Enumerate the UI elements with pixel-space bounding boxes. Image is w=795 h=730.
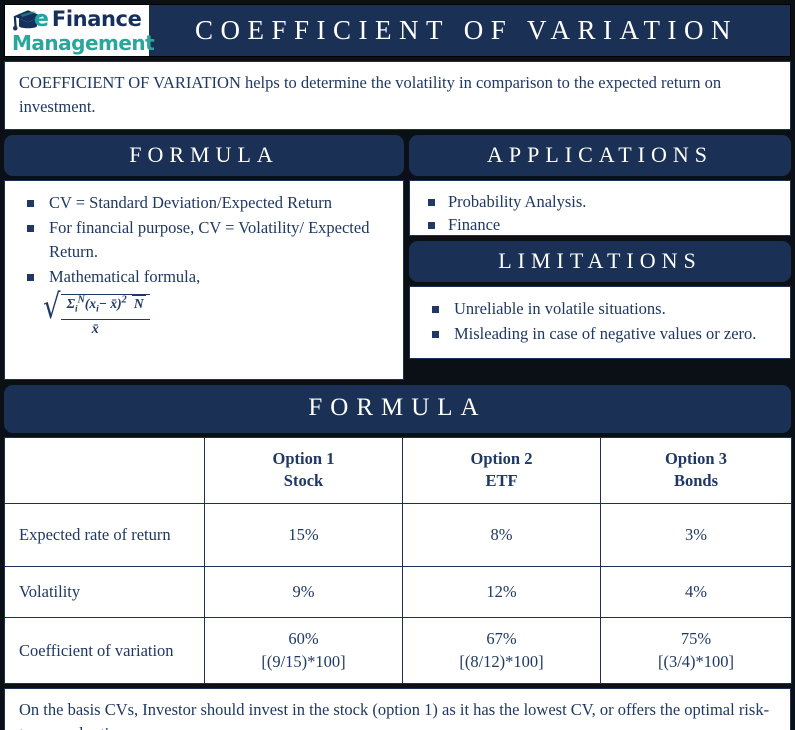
- cell-note: [(8/12)*100]: [459, 652, 544, 672]
- logo-finance-text: Finance: [51, 7, 142, 31]
- logo-e-mark: e: [34, 6, 49, 32]
- inner-fraction: ΣiN(xi− x̄)2 N: [60, 293, 150, 321]
- radical-icon: √: [43, 286, 61, 327]
- cell-value: 9%: [204, 565, 403, 618]
- applications-list: Probability Analysis. Finance: [420, 190, 780, 237]
- column-subtitle: ETF: [485, 471, 518, 491]
- numerator-mid: − x̄): [98, 296, 122, 312]
- row-label: Coefficient of variation: [4, 616, 205, 684]
- column-subtitle: Stock: [283, 471, 324, 491]
- column-subtitle: Bonds: [673, 471, 719, 491]
- formula-panel: CV = Standard Deviation/Expected Return …: [4, 179, 404, 380]
- cell-main: 60%: [288, 628, 319, 648]
- sigma-sup: N: [77, 294, 85, 306]
- list-item: Unreliable in volatile situations.: [420, 297, 780, 320]
- cell-value: 67% [(8/12)*100]: [402, 616, 601, 684]
- inner-numerator: ΣiN(xi− x̄)2: [65, 294, 129, 315]
- row-label: Volatility: [4, 565, 205, 618]
- table-header-blank: [4, 436, 205, 504]
- brand-logo[interactable]: e Finance Management: [5, 5, 155, 56]
- numerator-open: (x: [84, 296, 97, 312]
- example-heading: FORMULA: [4, 384, 791, 433]
- cell-main: 4%: [685, 582, 707, 602]
- table-header-option-1: Option 1 Stock: [204, 436, 403, 504]
- table-row: Coefficient of variation 60% [(9/15)*100…: [4, 616, 792, 684]
- formula-list: CV = Standard Deviation/Expected Return …: [15, 191, 393, 289]
- inner-denominator: N: [131, 295, 146, 313]
- cell-main: 9%: [292, 582, 315, 602]
- cell-value: 4%: [600, 565, 792, 618]
- cell-main: 8%: [490, 525, 513, 545]
- list-item: CV = Standard Deviation/Expected Return: [15, 191, 393, 214]
- square-root-group: √ ΣiN(xi− x̄)2 N: [41, 286, 150, 327]
- formula-heading: FORMULA: [4, 134, 404, 176]
- numerator-sup: 2: [121, 294, 127, 306]
- cell-note: [(9/15)*100]: [261, 652, 346, 672]
- cell-value: 12%: [402, 565, 601, 618]
- logo-management-text: Management: [12, 30, 155, 55]
- cell-value: 3%: [600, 502, 792, 567]
- infographic-page: e Finance Management COEFFICIENT OF VARI…: [0, 0, 795, 730]
- column-title: Option 2: [470, 449, 533, 469]
- intro-description: COEFFICIENT OF VARIATION helps to determ…: [4, 61, 791, 130]
- row-label: Expected rate of return: [4, 502, 205, 567]
- table-header-option-2: Option 2 ETF: [402, 436, 601, 504]
- table-row: Volatility 9% 12% 4%: [4, 565, 792, 618]
- cell-note: [(3/4)*100]: [657, 652, 735, 672]
- page-header: e Finance Management COEFFICIENT OF VARI…: [4, 4, 791, 57]
- cell-main: 75%: [680, 628, 712, 648]
- list-item: Mathematical formula,: [15, 265, 393, 288]
- column-title: Option 1: [272, 449, 335, 469]
- column-title: Option 3: [665, 449, 727, 469]
- list-item: Finance: [420, 213, 780, 236]
- cell-value: 75% [(3/4)*100]: [600, 616, 792, 684]
- cell-main: 67%: [486, 628, 517, 648]
- limitations-heading: LIMITATIONS: [409, 240, 791, 282]
- formula-column: FORMULA CV = Standard Deviation/Expected…: [4, 134, 404, 380]
- conclusion-text: On the basis CVs, Investor should invest…: [4, 687, 791, 730]
- table-header-row: Option 1 Stock Option 2 ETF Option 3 Bon…: [4, 436, 792, 504]
- table-header-option-3: Option 3 Bonds: [600, 436, 792, 504]
- list-item: For financial purpose, CV = Volatility/ …: [15, 216, 393, 263]
- list-item: Probability Analysis.: [420, 190, 780, 213]
- limitations-list: Unreliable in volatile situations. Misle…: [420, 297, 780, 346]
- table-row: Expected rate of return 15% 8% 3%: [4, 502, 792, 567]
- cell-value: 8%: [402, 502, 601, 567]
- sigma-sub: i: [75, 304, 78, 315]
- sigma-symbol: Σ: [66, 296, 76, 312]
- cell-main: 15%: [288, 525, 319, 545]
- page-title: COEFFICIENT OF VARIATION: [194, 15, 739, 45]
- cv-example-table: Option 1 Stock Option 2 ETF Option 3 Bon…: [4, 436, 792, 684]
- cell-main: 12%: [486, 582, 517, 602]
- applications-heading: APPLICATIONS: [409, 134, 791, 176]
- mid-section: FORMULA CV = Standard Deviation/Expected…: [4, 134, 791, 380]
- logo-primary-row: e Finance: [11, 6, 142, 32]
- cell-value: 15%: [204, 502, 403, 567]
- cell-main: 3%: [685, 525, 707, 545]
- limitations-panel: Unreliable in volatile situations. Misle…: [409, 285, 791, 359]
- list-item: Misleading in case of negative values or…: [420, 322, 780, 345]
- cell-value: 60% [(9/15)*100]: [204, 616, 403, 684]
- applications-limitations-column: APPLICATIONS Probability Analysis. Finan…: [409, 134, 791, 380]
- applications-panel: Probability Analysis. Finance: [409, 179, 791, 237]
- outer-fraction: √ ΣiN(xi− x̄)2 N x̄: [41, 286, 150, 339]
- cv-math-formula: √ ΣiN(xi− x̄)2 N x̄: [41, 286, 150, 339]
